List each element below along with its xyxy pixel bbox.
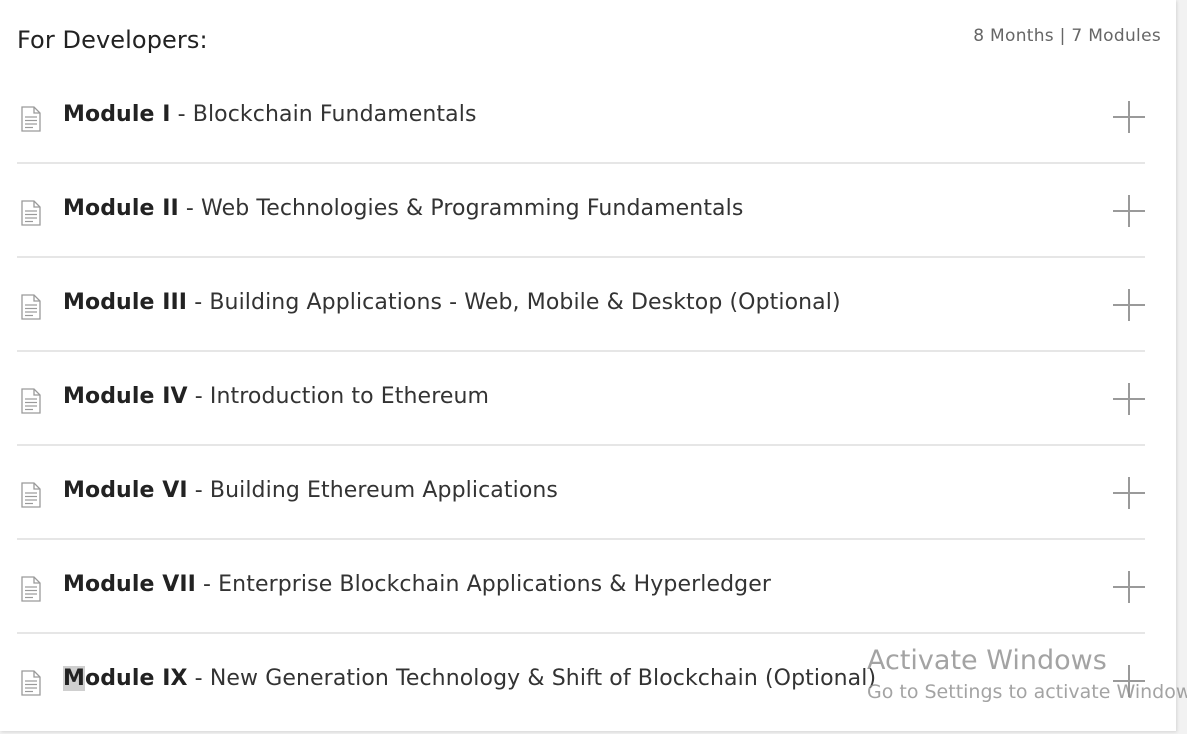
plus-icon[interactable] (1113, 195, 1145, 227)
module-separator: - (187, 384, 210, 409)
module-row-1[interactable]: Module I - Blockchain Fundamentals (17, 70, 1145, 164)
module-separator: - (187, 666, 210, 691)
document-icon (21, 294, 41, 320)
plus-icon[interactable] (1113, 101, 1145, 133)
module-separator: - (195, 572, 219, 597)
module-name: Module IV (63, 384, 188, 409)
plus-icon[interactable] (1113, 571, 1145, 603)
module-label: Module VI - Building Ethereum Applicatio… (63, 478, 558, 503)
course-modules-panel: For Developers: 8 Months | 7 Modules Mod… (0, 0, 1176, 731)
module-title: Enterprise Blockchain Applications & Hyp… (218, 572, 771, 597)
module-title: Building Applications - Web, Mobile & De… (209, 290, 841, 315)
module-name: Module III (63, 290, 188, 315)
module-name: Module VII (63, 572, 196, 597)
document-icon (21, 482, 41, 508)
module-title: Introduction to Ethereum (209, 384, 490, 409)
module-separator: - (187, 290, 210, 315)
module-label: Module III - Building Applications - Web… (63, 290, 841, 315)
module-row-5[interactable]: Module VI - Building Ethereum Applicatio… (17, 446, 1145, 540)
module-label: Module VII - Enterprise Blockchain Appli… (63, 572, 771, 597)
plus-icon[interactable] (1113, 289, 1145, 321)
module-label: Module II - Web Technologies & Programmi… (63, 196, 743, 221)
module-row-2[interactable]: Module II - Web Technologies & Programmi… (17, 164, 1145, 258)
module-row-6[interactable]: Module VII - Enterprise Blockchain Appli… (17, 540, 1145, 634)
module-title: Blockchain Fundamentals (192, 102, 477, 127)
module-title: New Generation Technology & Shift of Blo… (209, 666, 877, 691)
plus-icon[interactable] (1113, 383, 1145, 415)
document-icon (21, 106, 41, 132)
module-title: Web Technologies & Programming Fundament… (201, 196, 744, 221)
document-icon (21, 576, 41, 602)
module-separator: - (170, 102, 193, 127)
module-label: Module IX - New Generation Technology & … (63, 666, 876, 691)
plus-icon[interactable] (1113, 665, 1145, 697)
module-label: Module IV - Introduction to Ethereum (63, 384, 489, 409)
module-name-rest: odule IX (85, 666, 188, 691)
module-label: Module I - Blockchain Fundamentals (63, 102, 477, 127)
module-separator: - (187, 478, 210, 503)
text-selection-highlight: M (63, 666, 85, 691)
module-separator: - (178, 196, 202, 221)
document-icon (21, 200, 41, 226)
module-name: Module I (63, 102, 171, 127)
course-duration-info: 8 Months | 7 Modules (973, 26, 1161, 46)
module-row-7[interactable]: Module IX - New Generation Technology & … (17, 634, 1145, 728)
module-name: Module VI (63, 478, 188, 503)
module-name: Module II (63, 196, 179, 221)
module-list: Module I - Blockchain Fundamentals Modul… (17, 70, 1145, 728)
document-icon (21, 670, 41, 696)
module-row-4[interactable]: Module IV - Introduction to Ethereum (17, 352, 1145, 446)
document-icon (21, 388, 41, 414)
plus-icon[interactable] (1113, 477, 1145, 509)
module-row-3[interactable]: Module III - Building Applications - Web… (17, 258, 1145, 352)
section-title: For Developers: (17, 26, 208, 54)
module-name: Module IX (63, 666, 188, 691)
module-title: Building Ethereum Applications (209, 478, 558, 503)
